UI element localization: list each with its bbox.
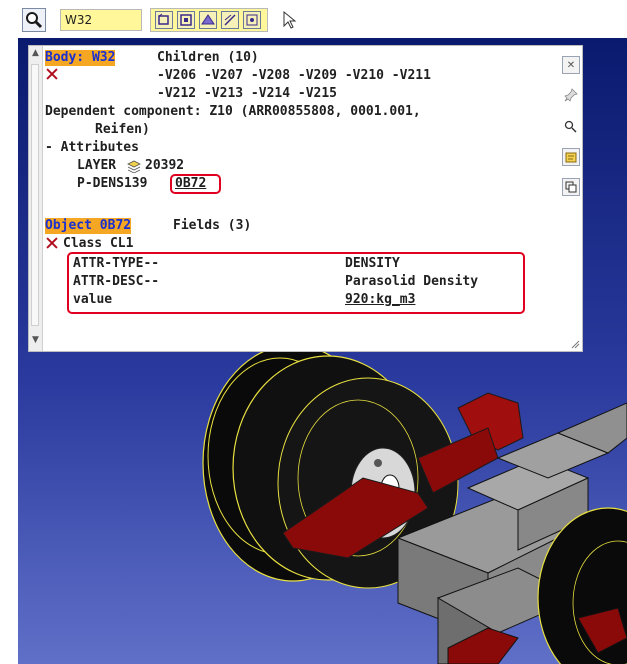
- object-label[interactable]: Object 0B72: [45, 218, 132, 234]
- filter-edge-button[interactable]: [221, 11, 239, 29]
- filter-body-button[interactable]: [155, 11, 173, 29]
- attributes-label[interactable]: - Attributes: [45, 140, 139, 156]
- body-label[interactable]: Body: W32: [45, 50, 116, 66]
- close-x-icon[interactable]: [46, 237, 58, 249]
- object-info-panel: ▲ ▼ Body: W32 Children (10) -V206 -V207 …: [28, 45, 583, 352]
- dependent-component-line-1: Dependent component: Z10 (ARR00855808, 0…: [45, 104, 421, 119]
- search-input[interactable]: W32: [60, 9, 142, 31]
- field-key: ATTR-DESC--: [73, 274, 160, 289]
- vertex-filter-icon: [246, 14, 258, 26]
- class-label: Class CL1: [63, 236, 134, 251]
- children-list-line-1[interactable]: -V206 -V207 -V208 -V209 -V210 -V211: [157, 68, 431, 84]
- copy-button[interactable]: [562, 178, 580, 196]
- zoom-icon: [564, 120, 577, 133]
- close-x-icon[interactable]: [46, 68, 58, 80]
- pick-mode-button[interactable]: [280, 10, 300, 30]
- left-frame-edge: [0, 0, 18, 664]
- layer-icon: [127, 160, 141, 173]
- children-list-line-2[interactable]: -V212 -V213 -V214 -V215: [157, 86, 337, 102]
- zoom-to-button[interactable]: [562, 118, 580, 136]
- dependent-component-line-2: Reifen): [95, 122, 150, 137]
- toolbar: W32: [18, 0, 627, 38]
- close-button[interactable]: ✕: [562, 56, 580, 74]
- p-dens-highlight-box: [170, 174, 221, 194]
- filter-surface-button[interactable]: [199, 11, 217, 29]
- layer-label: LAYER: [77, 158, 117, 173]
- field-value: DENSITY: [345, 256, 400, 271]
- panel-scrollbar[interactable]: ▲ ▼: [29, 46, 43, 351]
- magnifier-icon: [26, 12, 43, 29]
- p-dens-label: P-DENS139: [77, 176, 148, 191]
- note-icon: [565, 152, 577, 163]
- surface-filter-icon: [201, 14, 215, 25]
- field-key: value: [73, 292, 113, 307]
- filter-face-button[interactable]: [177, 11, 195, 29]
- close-icon: ✕: [566, 59, 576, 71]
- note-button[interactable]: [562, 148, 580, 166]
- layer-value: 20392: [145, 158, 185, 173]
- edge-filter-icon: [224, 14, 236, 26]
- scroll-thumb[interactable]: [31, 64, 39, 326]
- filter-button-group: [150, 8, 268, 32]
- pin-icon: [564, 88, 578, 102]
- find-button[interactable]: [22, 8, 46, 32]
- filter-vertex-button[interactable]: [243, 11, 261, 29]
- scroll-down-icon[interactable]: ▼: [32, 335, 39, 345]
- pin-button[interactable]: [562, 86, 580, 104]
- pointer-icon: [283, 10, 297, 29]
- children-label: Children (10): [157, 50, 259, 65]
- field-value: Parasolid Density: [345, 274, 479, 289]
- field-key: ATTR-TYPE--: [73, 256, 160, 271]
- resize-grip-icon[interactable]: [570, 339, 580, 349]
- field-value: 920:kg_m3: [345, 292, 416, 307]
- face-filter-icon: [180, 14, 192, 26]
- copy-icon: [565, 181, 577, 193]
- application-window: W32 ▲ ▼ Body: W32 Children (10) -V206 -V…: [0, 0, 627, 664]
- fields-label: Fields (3): [173, 218, 252, 233]
- scroll-up-icon[interactable]: ▲: [32, 48, 39, 58]
- body-filter-icon: [158, 13, 169, 25]
